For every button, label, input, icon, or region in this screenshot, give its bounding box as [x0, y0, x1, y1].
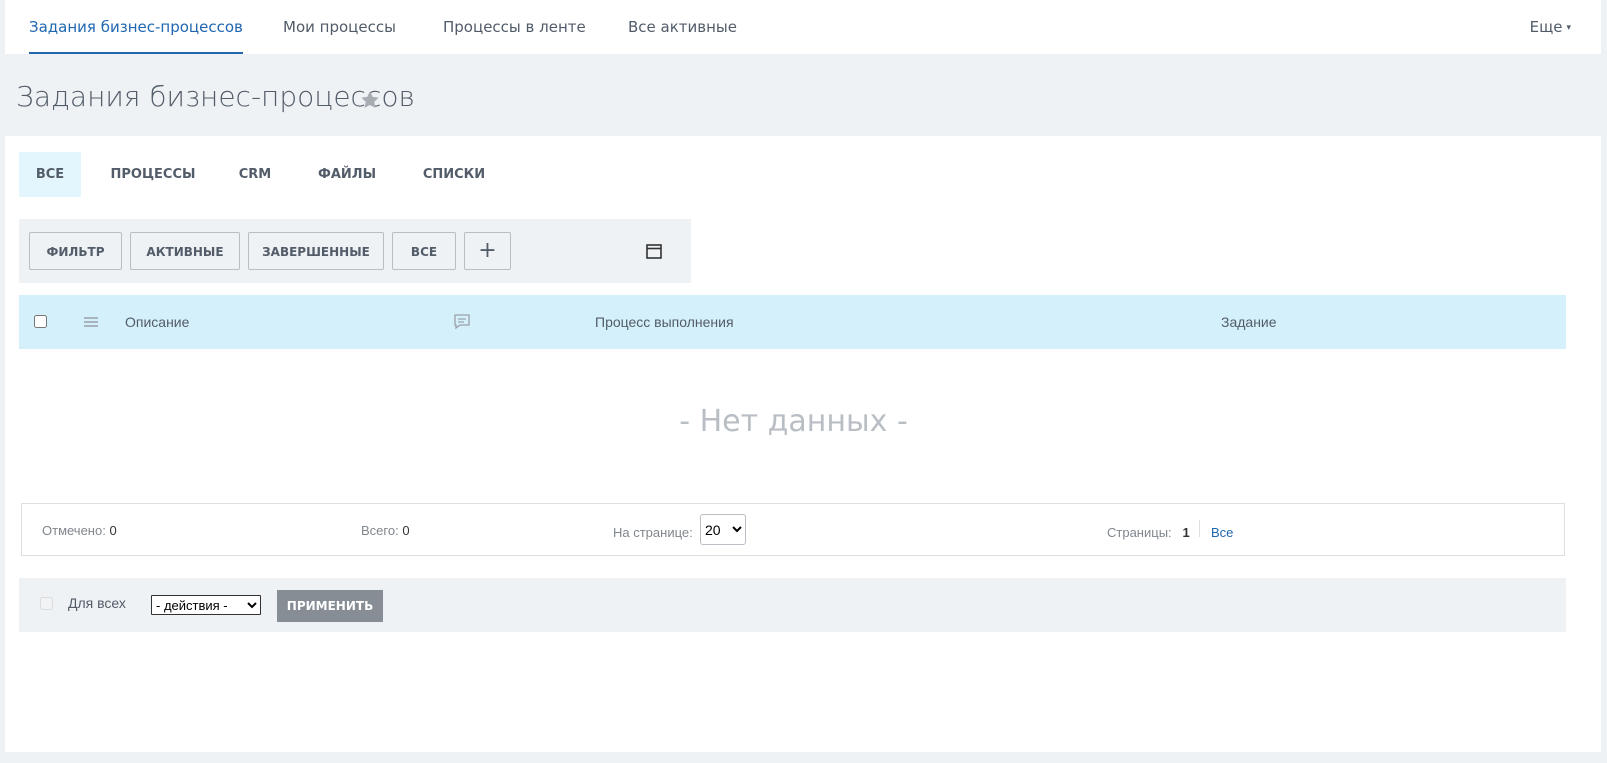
- subtab-processes[interactable]: ПРОЦЕССЫ: [105, 152, 201, 197]
- table-header: Описание Процесс выполнения Задание: [19, 295, 1566, 349]
- total-value: 0: [402, 523, 410, 538]
- column-description[interactable]: Описание: [125, 295, 189, 349]
- pages-label: Страницы:: [1107, 525, 1172, 540]
- actions-select[interactable]: - действия -: [151, 595, 261, 615]
- subtab-lists[interactable]: СПИСКИ: [417, 152, 491, 197]
- total-label: Всего:: [361, 523, 399, 538]
- more-menu-button[interactable]: Еще ▾: [1530, 0, 1571, 54]
- all-pages-link[interactable]: Все: [1211, 506, 1233, 559]
- star-icon[interactable]: [359, 89, 381, 111]
- checked-value: 0: [109, 523, 117, 538]
- apply-button[interactable]: ПРИМЕНИТЬ: [277, 590, 383, 622]
- tab-my-processes[interactable]: Мои процессы: [283, 0, 396, 54]
- tab-business-process-tasks[interactable]: Задания бизнес-процессов: [29, 0, 243, 54]
- column-menu-icon[interactable]: [83, 315, 99, 329]
- empty-state-text: - Нет данных -: [679, 404, 908, 439]
- pages-info: Страницы: 1: [1107, 506, 1190, 559]
- column-progress[interactable]: Процесс выполнения: [595, 295, 734, 349]
- add-filter-button[interactable]: +: [464, 232, 511, 270]
- all-filter-button[interactable]: ВСЕ: [392, 232, 456, 270]
- top-navigation: Задания бизнес-процессов Мои процессы Пр…: [5, 0, 1601, 54]
- tab-all-active[interactable]: Все активные: [628, 0, 737, 54]
- subtab-all[interactable]: ВСЕ: [19, 152, 81, 197]
- per-page-select[interactable]: 20: [700, 514, 746, 545]
- page-title: Задания бизнес-процессов: [16, 80, 415, 113]
- per-page-label: На странице:: [613, 525, 693, 540]
- caret-down-icon: ▾: [1566, 23, 1571, 33]
- checked-label: Отмечено:: [42, 523, 106, 538]
- for-all-checkbox[interactable]: [40, 597, 53, 610]
- active-filter-button[interactable]: АКТИВНЫЕ: [130, 232, 240, 270]
- pages-divider: [1199, 520, 1200, 537]
- filter-button[interactable]: ФИЛЬТР: [29, 232, 122, 270]
- more-label: Еще: [1529, 18, 1563, 36]
- subtab-crm[interactable]: CRM: [228, 152, 282, 197]
- total-count: Всего: 0: [361, 504, 410, 557]
- comment-icon: [454, 314, 470, 330]
- table-footer: Отмечено: 0 Всего: 0 На странице: Страни…: [21, 503, 1565, 556]
- for-all-label: Для всех: [68, 595, 126, 611]
- current-page[interactable]: 1: [1183, 525, 1190, 540]
- subtab-files[interactable]: ФАЙЛЫ: [312, 152, 382, 197]
- window-icon[interactable]: [646, 244, 662, 259]
- tab-processes-in-feed[interactable]: Процессы в ленте: [443, 0, 586, 54]
- select-all-checkbox[interactable]: [34, 315, 47, 328]
- checked-count: Отмечено: 0: [42, 504, 117, 557]
- column-task[interactable]: Задание: [1221, 295, 1277, 349]
- completed-filter-button[interactable]: ЗАВЕРШЕННЫЕ: [248, 232, 384, 270]
